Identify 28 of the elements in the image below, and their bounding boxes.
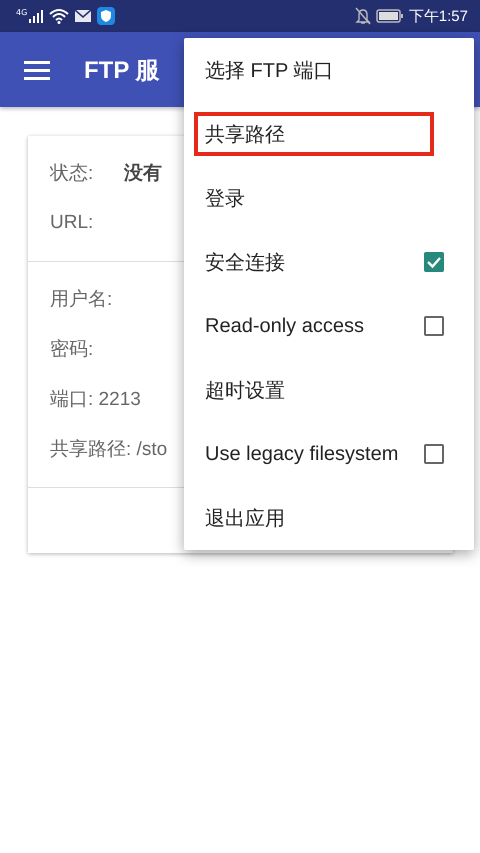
menu-item[interactable]: 登录	[184, 166, 474, 230]
status-value: 没有	[124, 162, 162, 186]
field-label: 共享路径: /sto	[50, 438, 168, 462]
network-type-label: 4G	[16, 8, 28, 17]
menu-item[interactable]: Use legacy filesystem	[184, 422, 474, 486]
menu-item[interactable]: 共享路径	[184, 102, 444, 166]
menu-item[interactable]: 退出应用	[184, 486, 474, 550]
battery-icon	[376, 9, 404, 23]
field-label: URL:	[50, 212, 94, 234]
checkbox[interactable]	[424, 252, 444, 272]
wifi-icon	[49, 8, 70, 24]
signal-icon	[28, 9, 44, 23]
field-label: 状态:	[50, 162, 94, 186]
field-label: 密码:	[50, 338, 94, 362]
menu-item[interactable]: Read-only access	[184, 294, 474, 358]
checkbox[interactable]	[424, 316, 444, 336]
clock-time: 下午1:57	[408, 6, 468, 26]
field-label: 用户名:	[50, 288, 112, 312]
menu-icon[interactable]	[24, 60, 50, 80]
menu-item[interactable]: 选择 FTP 端口	[184, 38, 474, 102]
notifications-off-icon	[354, 7, 371, 25]
mail-icon	[74, 9, 92, 23]
shield-icon	[97, 7, 116, 25]
menu-item[interactable]: 超时设置	[184, 358, 474, 422]
app-title: FTP 服	[84, 56, 160, 86]
checkbox[interactable]	[424, 444, 444, 464]
menu-item[interactable]: 安全连接	[184, 230, 474, 294]
field-label: 端口: 2213	[50, 388, 141, 412]
